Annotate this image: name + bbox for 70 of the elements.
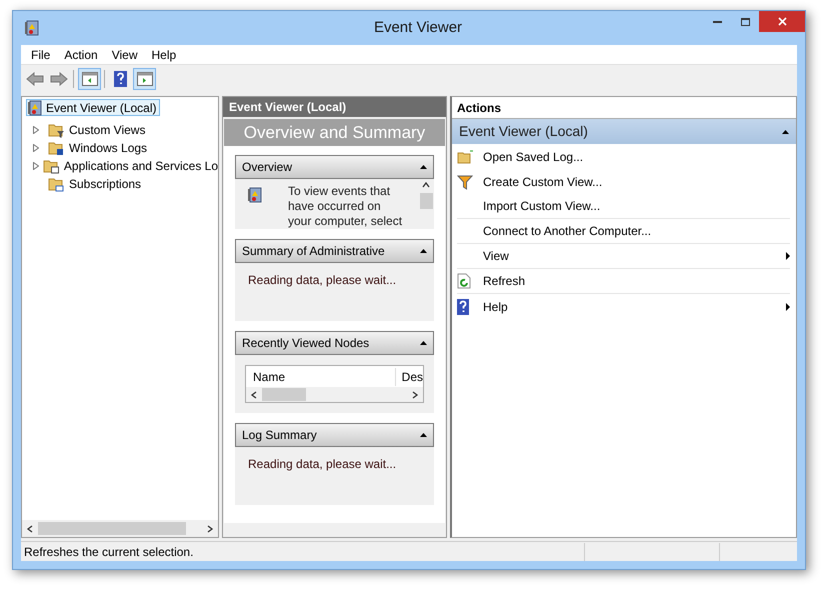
status-text: Refreshes the current selection. xyxy=(23,544,194,560)
pane-header: Event Viewer (Local) xyxy=(223,97,446,117)
pane-icon xyxy=(136,72,152,86)
close-icon xyxy=(778,17,786,26)
tree-item[interactable]: Windows Logs xyxy=(65,138,148,156)
action-group-header[interactable]: Event Viewer (Local) xyxy=(452,119,796,144)
tree-item[interactable]: Applications and Services Lo xyxy=(60,156,218,174)
menu-item[interactable]: Help xyxy=(144,46,184,64)
collapse-arrow-icon xyxy=(782,130,789,134)
pane-command[interactable]: Help xyxy=(457,294,790,319)
scroll-right-icon[interactable] xyxy=(411,390,419,398)
filter-icon xyxy=(457,174,473,190)
scroll-left-icon[interactable] xyxy=(250,390,258,398)
section-header[interactable]: Recently Viewed Nodes xyxy=(235,331,434,355)
overview-title: Overview and Summary xyxy=(224,119,445,146)
menu-item[interactable]: File xyxy=(24,46,58,64)
tree-item[interactable]: Subscriptions xyxy=(65,174,142,192)
horizontal-scrollbar[interactable] xyxy=(22,520,218,537)
help-icon xyxy=(114,71,127,87)
expand-arrow-icon[interactable] xyxy=(33,126,39,134)
section-header[interactable]: Summary of Administrative xyxy=(235,239,434,263)
pane-command[interactable]: View xyxy=(457,244,790,269)
column-header[interactable]: Des xyxy=(396,368,423,386)
folder-icon xyxy=(48,122,65,138)
pane-icon xyxy=(82,72,98,86)
column-header[interactable]: Name xyxy=(246,368,396,386)
status-message: Reading data, please wait... xyxy=(248,272,398,289)
event-log-icon xyxy=(247,187,263,203)
expand-arrow-icon[interactable] xyxy=(33,162,39,170)
scroll-left-icon[interactable] xyxy=(26,524,34,532)
collapse-arrow-icon xyxy=(420,341,427,345)
collapse-arrow-icon xyxy=(420,165,427,169)
status-message: Reading data, please wait... xyxy=(248,456,398,473)
folder-icon xyxy=(42,158,60,174)
pane-command[interactable]: Refresh xyxy=(457,269,790,294)
help-icon xyxy=(457,298,469,314)
toolbar-button[interactable] xyxy=(78,68,101,90)
action-group-title: Event Viewer (Local) xyxy=(459,122,588,141)
scroll-right-icon[interactable] xyxy=(206,524,214,532)
pane-command[interactable]: Create Custom View... xyxy=(457,169,790,194)
tree-item[interactable]: Event Viewer (Local) xyxy=(26,99,160,116)
section-title: Overview xyxy=(242,159,292,176)
pane-command[interactable]: Import Custom View... xyxy=(457,194,790,219)
horizontal-scrollbar[interactable] xyxy=(246,387,423,402)
scroll-up-icon[interactable] xyxy=(422,181,430,189)
menu-item[interactable]: View xyxy=(104,46,144,64)
close-button[interactable] xyxy=(759,11,805,32)
toolbar-button[interactable] xyxy=(133,68,156,90)
pane-command[interactable]: Open Saved Log... xyxy=(457,144,790,169)
folder-icon xyxy=(48,140,65,156)
expand-arrow-icon[interactable] xyxy=(33,144,39,152)
app-icon xyxy=(24,20,40,36)
section-title: Summary of Administrative xyxy=(242,243,385,260)
window-title: Event Viewer xyxy=(372,18,464,38)
section-title: Log Summary xyxy=(242,427,317,444)
folder-icon xyxy=(457,150,473,164)
menu-item[interactable]: Action xyxy=(57,46,105,64)
section-header[interactable]: Overview xyxy=(235,155,434,179)
folder-icon xyxy=(48,176,65,192)
pane-command[interactable]: Connect to Another Computer... xyxy=(457,219,790,244)
section-title: Recently Viewed Nodes xyxy=(242,335,370,352)
collapse-arrow-icon xyxy=(420,249,427,253)
section-header[interactable]: Log Summary xyxy=(235,423,434,447)
forward-arrow-icon xyxy=(50,72,68,86)
overview-text: To view events that have occurred on your computer, select xyxy=(288,183,404,229)
refresh-icon xyxy=(457,273,471,289)
collapse-arrow-icon xyxy=(420,433,427,437)
event-log-icon xyxy=(27,100,43,116)
back-arrow-icon xyxy=(26,72,44,86)
tree-item[interactable]: Custom Views xyxy=(65,120,146,138)
